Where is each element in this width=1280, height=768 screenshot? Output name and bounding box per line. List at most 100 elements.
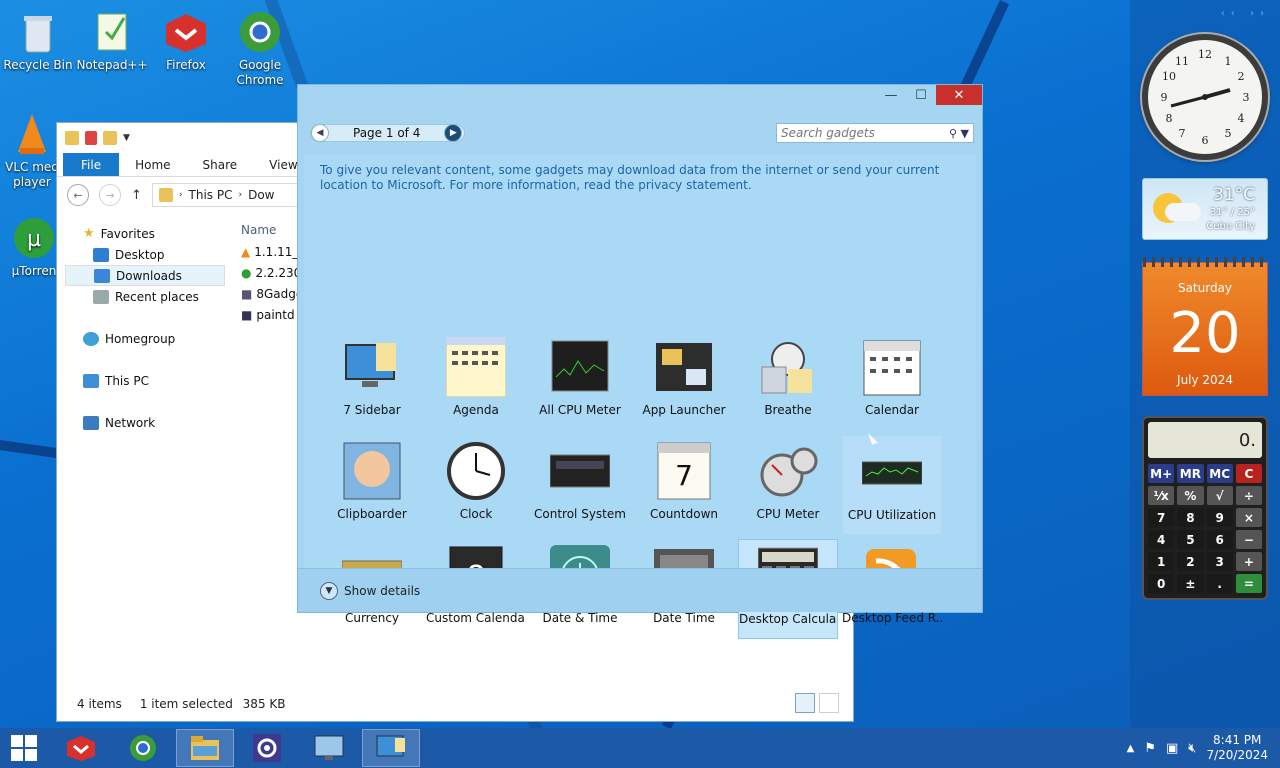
gadget-cpu-utilization[interactable]: CPU Utilization [842,435,942,535]
gadget-countdown[interactable]: 7 Countdown [634,435,734,535]
clock-tray[interactable]: 8:41 PM 7/20/2024 [1206,733,1268,763]
column-header-name[interactable]: Name [233,219,303,241]
calc-key-1[interactable]: 1 [1148,552,1175,571]
calc-key-8[interactable]: 8 [1177,508,1204,527]
calc-key-clear[interactable]: C [1235,464,1262,483]
taskbar-firefox[interactable] [52,729,110,767]
quick-access-dropdown-icon[interactable]: ▼ [123,133,130,143]
up-button[interactable]: ↑ [131,188,142,203]
search-dropdown-icon[interactable]: ▼ [961,127,969,140]
nav-desktop[interactable]: Desktop [65,244,225,265]
list-item[interactable]: ● 2.2.230 [233,262,303,283]
taskbar-chrome[interactable] [114,729,172,767]
tab-home[interactable]: Home [119,153,186,176]
action-center-flag-icon[interactable]: ⚑ [1144,741,1156,756]
next-page-button[interactable]: ▶ [444,124,463,142]
network-status-icon[interactable]: ▣ [1166,741,1178,756]
sidebar-navigation-arrows[interactable]: ‹‹ ›› [1221,8,1270,19]
address-segment-downloads[interactable]: Dow [248,188,274,202]
nav-this-pc[interactable]: This PC [65,370,225,391]
calc-key-reciprocal[interactable]: ⅟x [1148,486,1175,505]
taskbar-settings[interactable] [238,729,296,767]
taskbar-control-panel[interactable] [300,729,358,767]
calc-key-decimal[interactable]: . [1206,574,1233,593]
gadget-label: Currency [344,611,400,625]
desktop-icon-chrome[interactable]: Google Chrome [222,8,298,88]
list-item[interactable]: ▲ 1.1.11_ [233,241,303,262]
address-box[interactable]: › This PC › Dow [151,183,312,207]
taskbar-file-explorer[interactable] [176,729,234,767]
chevron-down-icon[interactable]: ▼ [320,581,338,600]
show-hidden-icons-icon[interactable]: ▲ [1127,743,1135,754]
back-button[interactable]: ← [67,184,89,206]
gadget-breathe[interactable]: Breathe [738,331,838,431]
large-icons-view-button[interactable] [819,693,839,713]
calc-key-3[interactable]: 3 [1206,552,1233,571]
nav-downloads[interactable]: Downloads [65,265,225,286]
calc-key-9[interactable]: 9 [1206,508,1233,527]
weather-gadget[interactable]: 31°C 31° / 25° Cebu City [1142,178,1268,240]
calc-key-equals[interactable]: = [1235,574,1262,593]
gadget-control-system[interactable]: Control System [530,435,630,535]
calc-key-4[interactable]: 4 [1148,530,1175,549]
search-gadgets-input[interactable]: Search gadgets ⚲ ▼ [776,123,974,143]
tab-share[interactable]: Share [187,153,254,176]
list-item[interactable]: ■ 8Gadge [233,283,303,304]
calculator-gadget[interactable]: 0. M+ MR MC C ⅟x % √ ÷ 7 8 9 × 4 5 6 − 1… [1142,416,1268,600]
desktop-icon-recycle-bin[interactable]: Recycle Bin [0,8,76,73]
privacy-notice[interactable]: To give you relevant content, some gadge… [320,163,960,193]
calendar-gadget[interactable]: Saturday 20 July 2024 [1142,257,1268,396]
taskbar-gadgets[interactable] [362,729,420,767]
gadget-calendar[interactable]: Calendar [842,331,942,431]
calc-key-divide[interactable]: ÷ [1235,486,1262,505]
gadget-clipboarder[interactable]: Clipboarder [322,435,422,535]
calc-key-multiply[interactable]: × [1235,508,1262,527]
search-placeholder: Search gadgets [781,126,875,140]
calc-key-sqrt[interactable]: √ [1206,486,1233,505]
gadget-app-launcher[interactable]: App Launcher [634,331,734,431]
gadget-cpu-meter[interactable]: CPU Meter [738,435,838,535]
gadgets-titlebar[interactable]: — ☐ ✕ [298,85,982,113]
address-segment-thispc[interactable]: This PC [189,188,233,202]
calc-key-0[interactable]: 0 [1148,574,1175,593]
close-button[interactable]: ✕ [936,85,982,105]
calc-key-6[interactable]: 6 [1206,530,1233,549]
nav-recent-places[interactable]: Recent places [65,286,225,307]
minimize-button[interactable]: — [876,85,906,105]
show-details-bar[interactable]: ▼ Show details [298,568,982,612]
calc-key-mr[interactable]: MR [1177,464,1204,483]
forward-button[interactable]: → [99,184,121,206]
firefox-icon [67,736,95,761]
desktop-icon-firefox[interactable]: Firefox [148,8,224,73]
volume-muted-icon[interactable]: 🔇︎ [1188,741,1196,756]
calc-key-plus[interactable]: + [1235,552,1262,571]
gadget-agenda[interactable]: Agenda [426,331,526,431]
maximize-button[interactable]: ☐ [906,85,936,105]
nav-homegroup[interactable]: Homegroup [65,328,225,349]
calc-key-2[interactable]: 2 [1177,552,1204,571]
gadget-all-cpu-meter[interactable]: All CPU Meter [530,331,630,431]
clock-gadget[interactable]: 12 3 6 9 12 45 7 8 10 11 [1142,34,1268,160]
properties-icon[interactable] [85,131,97,145]
gadget-7-sidebar[interactable]: 7 Sidebar [322,331,422,431]
gadget-clock[interactable]: Clock [426,435,526,535]
list-item[interactable]: ■ paintd [233,304,303,325]
gadget-currency[interactable]: Currency [322,539,422,625]
calc-key-percent[interactable]: % [1177,486,1204,505]
calc-key-mc[interactable]: MC [1206,464,1233,483]
nav-network[interactable]: Network [65,412,225,433]
calc-key-mplus[interactable]: M+ [1148,464,1175,483]
previous-page-button[interactable]: ◀ [311,124,329,142]
start-button[interactable] [0,728,48,768]
search-icon[interactable]: ⚲ [949,127,957,140]
details-view-button[interactable] [795,693,815,713]
new-folder-icon[interactable] [103,131,117,145]
calc-key-minus[interactable]: − [1235,530,1262,549]
gadgets-gallery-window[interactable]: — ☐ ✕ ◀ Page 1 of 4 ▶ Search gadgets ⚲ ▼… [297,84,983,639]
tab-file[interactable]: File [63,153,120,176]
calc-key-5[interactable]: 5 [1177,530,1204,549]
calc-key-7[interactable]: 7 [1148,508,1175,527]
desktop-icon-notepad[interactable]: Notepad++ [74,8,150,73]
nav-favorites[interactable]: ★ Favorites [65,223,225,244]
calc-key-plusminus[interactable]: ± [1177,574,1204,593]
